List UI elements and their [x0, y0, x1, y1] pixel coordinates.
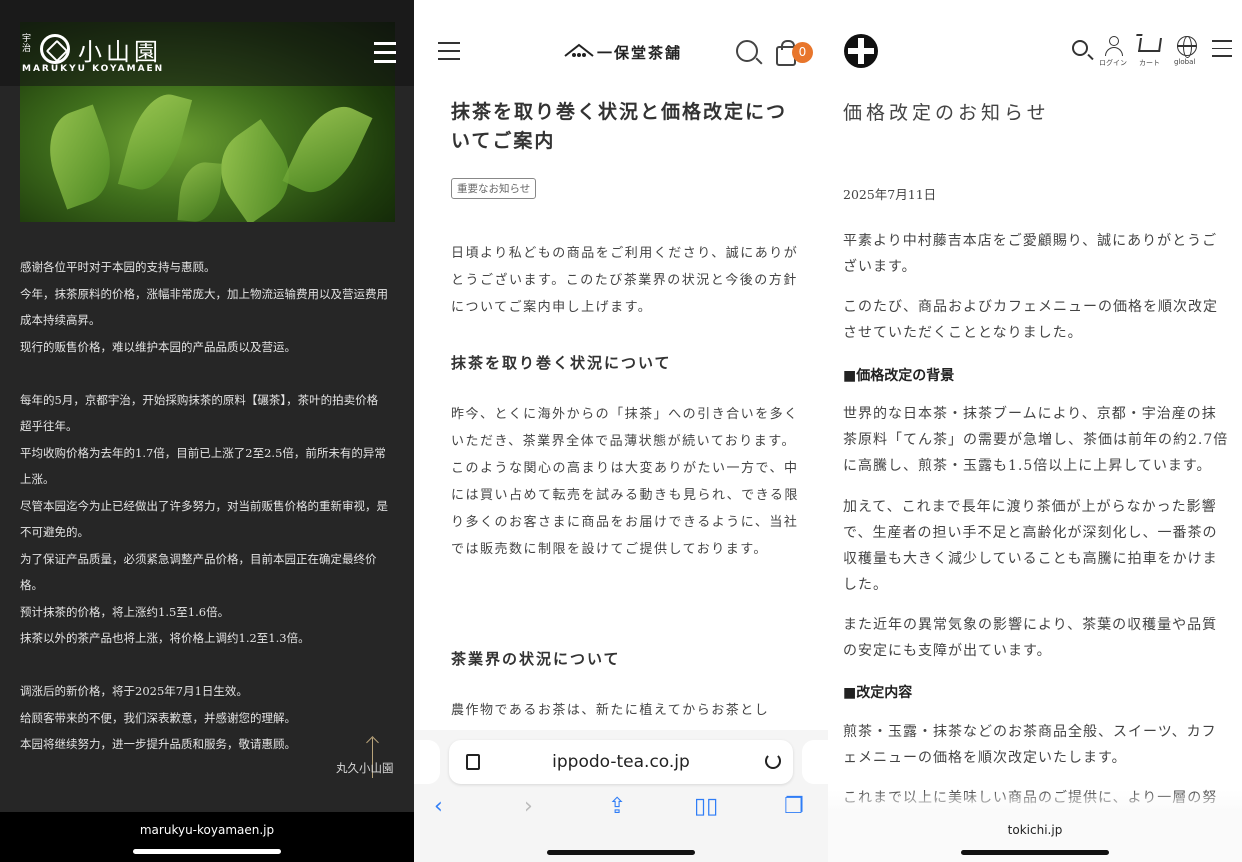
tokichi-logo-icon[interactable] [840, 32, 880, 68]
url-text[interactable]: ippodo-tea.co.jp [449, 752, 793, 772]
search-icon[interactable] [1072, 40, 1088, 56]
section-heading: ■改定内容 [843, 685, 913, 701]
article-title: 抹茶を取り巻く状況と価格改定についてご案内 [451, 101, 788, 152]
back-icon[interactable]: ‹ [434, 794, 443, 819]
notice-line: 成本持续高昇。 [20, 313, 101, 327]
share-icon[interactable]: ⇪ [608, 794, 626, 819]
publish-date: 2025年7月11日 [843, 187, 937, 202]
forward-icon[interactable]: › [524, 794, 533, 819]
login-icon[interactable] [1109, 36, 1119, 46]
marukyu-logo-icon[interactable] [40, 34, 70, 64]
login-icon-body[interactable] [1105, 47, 1123, 56]
paragraph: 煎茶・玉露・抹茶などのお茶商品全般、スイーツ、カフェメニューの価格を順次改定いた… [843, 724, 1217, 766]
paragraph: このたび、商品およびカフェメニューの価格を順次改定させていただくこととなりました… [843, 299, 1218, 341]
url-label[interactable]: marukyu-koyamaen.jp [0, 823, 414, 837]
cart-label[interactable]: カート [1139, 58, 1160, 68]
previous-tab-pill[interactable] [414, 740, 440, 784]
menu-icon[interactable] [438, 42, 460, 62]
notice-line [20, 360, 394, 387]
reload-icon[interactable] [765, 753, 781, 769]
login-label[interactable]: ログイン [1099, 58, 1127, 68]
notice-line: 现行的贩售价格，难以维护本园的产品品质以及营运。 [20, 339, 296, 354]
notice-line: 抹茶以外的茶产品也将上涨，将价格上调约1.2至1.3倍。 [20, 631, 310, 645]
search-icon[interactable] [736, 40, 758, 62]
signature: 丸久小山園 [336, 761, 394, 775]
paragraph: また近年の異常気象の影響により、茶葉の収穫量や品質の安定にも支障が出ています。 [843, 617, 1218, 659]
notice-line: 格。 [20, 578, 43, 592]
notice-line: 为了保证产品质量，必须紧急调整产品价格，目前本园正在确定最终价 [20, 551, 377, 566]
next-tab-pill[interactable] [802, 740, 828, 784]
logo-side-text: 宇治 [22, 34, 32, 54]
category-tag[interactable]: 重要なお知らせ [451, 178, 537, 199]
notice-line: 今年，抹茶原料的价格，涨幅非常庞大，加上物流运输费用以及营运费用 [20, 286, 388, 301]
home-indicator [961, 850, 1109, 855]
notice-line: 尽管本园迄今为止已经做出了许多努力，对当前贩售价格的重新审视，是 [20, 498, 388, 513]
section-heading: ■価格改定の背景 [843, 368, 955, 384]
notice-line: 预计抹茶的价格，将上涨约1.5至1.6倍。 [20, 604, 230, 619]
logo-roman[interactable]: MARUKYU KOYAMAEN [22, 64, 164, 74]
notice-line: 调涨后的新价格，将于2025年7月1日生效。 [20, 684, 248, 698]
tokichi-panel: ログイン カート global 価格改定のお知らせ 2025年7月11日 平素よ… [828, 0, 1242, 862]
menu-icon[interactable] [1212, 40, 1232, 58]
notice-line: 平均收购价格为去年的1.7倍，目前已上涨了2至2.5倍，前所未有的异常 [20, 445, 386, 460]
home-indicator [133, 849, 281, 854]
paragraph: 平素より中村藤吉本店をご愛顧賜り、誠にありがとうございます。 [843, 233, 1218, 275]
paragraph: 加えて、これまで長年に渡り茶価が上がらなかった影響で、生産者の担い手不足と高齢化… [843, 499, 1218, 593]
intro-text: 日頃より私どもの商品をご利用くださり、誠にありがとうございます。このたび茶業界の… [451, 246, 799, 315]
global-label[interactable]: global [1174, 58, 1195, 66]
cart-count-badge: 0 [792, 42, 813, 63]
page-title: 価格改定のお知らせ [843, 102, 1050, 124]
bookmarks-icon[interactable]: ▯▯ [694, 794, 718, 819]
ippodo-logo-text[interactable]: 一保堂茶舗 [597, 42, 682, 63]
browser-footer: marukyu-koyamaen.jp [0, 812, 414, 862]
paragraph: 世界的な日本茶・抹茶ブームにより、京都・宇治産の抹茶原料「てん茶」の需要が急増し… [843, 406, 1229, 474]
section-heading: 抹茶を取り巻く状況について [451, 354, 672, 372]
notice-body: 感谢各位平时对于本园的支持与惠顾。 今年，抹茶原料的价格，涨幅非常庞大，加上物流… [20, 254, 394, 758]
notice-line: 不可避免的。 [20, 525, 89, 539]
cart-icon[interactable] [1138, 38, 1162, 52]
globe-icon[interactable] [1177, 36, 1197, 58]
notice-line: 上涨。 [20, 472, 55, 486]
notice-line [20, 652, 394, 679]
notice-line: 给顾客带来的不便，我们深表歉意，并感谢您的理解。 [20, 710, 296, 725]
notice-line: 每年的5月，京都宇治，开始採购抹茶的原料【碾茶】，茶叶的拍卖价格 [20, 392, 379, 407]
tabs-icon[interactable]: ❐ [784, 794, 804, 819]
logo-bar [20, 22, 395, 86]
section-body: 農作物であるお茶は、新たに植えてからお茶とし [451, 703, 770, 718]
menu-icon[interactable] [374, 42, 396, 64]
notice-line: 感谢各位平时对于本园的支持与惠顾。 [20, 260, 216, 274]
url-label[interactable]: tokichi.jp [828, 823, 1242, 837]
ippodo-panel: 一保堂茶舗 0 抹茶を取り巻く状況と価格改定についてご案内 重要なお知らせ 日頃… [414, 0, 828, 862]
notice-line: 超乎往年。 [20, 419, 78, 433]
marukyu-panel: 宇治 小山園 MARUKYU KOYAMAEN 感谢各位平时对于本园的支持与惠顾… [0, 0, 414, 862]
home-indicator [547, 850, 695, 855]
section-body: 昨今、とくに海外からの「抹茶」への引き合いを多くいただき、茶業界全体で品薄状態が… [451, 407, 799, 557]
section-heading: 茶業界の状況について [451, 650, 621, 668]
notice-line: 本园将继续努力，进一步提升品质和服务，敬请惠顾。 [20, 737, 296, 751]
logo-kanji[interactable]: 小山園 [78, 32, 162, 67]
